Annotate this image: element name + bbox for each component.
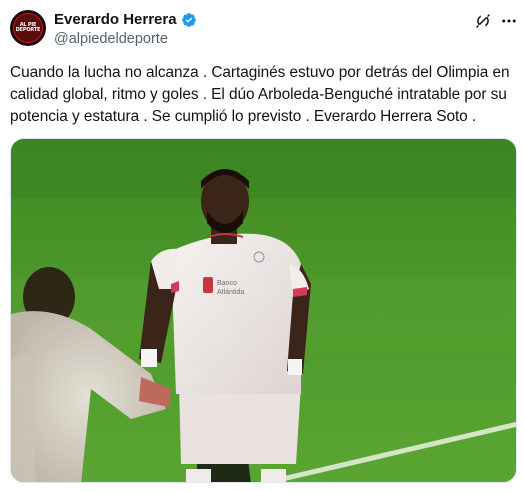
grok-icon[interactable] [474, 12, 492, 30]
author-display-name[interactable]: Everardo Herrera [54, 10, 177, 30]
verified-badge-icon [181, 13, 196, 27]
author-name-row: Everardo Herrera [54, 10, 197, 30]
tweet-card: AL PIE DEPORTE Everardo Herrera @alpiedel… [0, 0, 523, 491]
avatar-logo-icon: AL PIE DEPORTE [13, 13, 43, 43]
jersey-sponsor-text-2: Atlántida [217, 289, 244, 296]
more-horizontal-icon[interactable] [500, 12, 518, 30]
tweet-text: Cuando la lucha no alcanza . Cartaginés … [10, 64, 510, 125]
avatar[interactable]: AL PIE DEPORTE [10, 10, 46, 46]
jersey-sponsor-text: Banco [217, 280, 237, 287]
football-celebration-photo: Banco Atlántida [11, 139, 516, 482]
tweet-media-image[interactable]: Banco Atlántida [10, 138, 517, 483]
author-handle[interactable]: @alpiedeldeporte [54, 30, 168, 48]
